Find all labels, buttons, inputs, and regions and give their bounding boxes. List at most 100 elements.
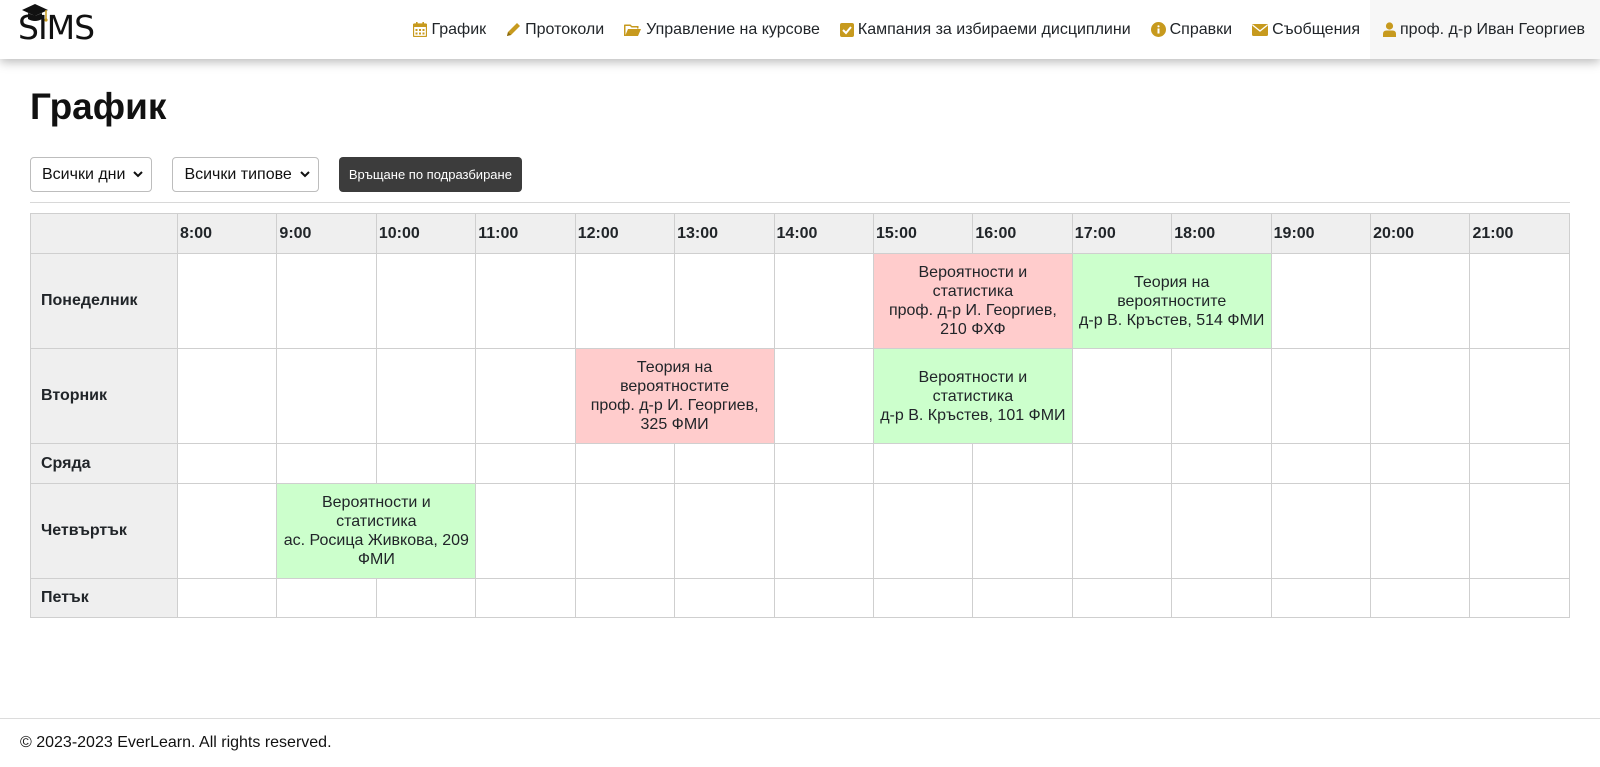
empty-slot [375, 253, 477, 349]
day-label: Вторник [30, 348, 178, 444]
hour-header: 14:00 [773, 213, 874, 254]
hour-header: 10:00 [375, 213, 477, 254]
empty-slot [1469, 253, 1570, 349]
empty-slot [773, 578, 874, 618]
empty-slot [1370, 578, 1471, 618]
day-row: Вторник Теория на вероятностите проф. д-р … [30, 348, 1570, 444]
empty-slot [176, 253, 278, 349]
empty-slot [972, 443, 1073, 484]
empty-slot [773, 348, 874, 444]
check-square-icon [839, 22, 854, 37]
empty-slot [1071, 348, 1173, 444]
hour-header: 18:00 [1171, 213, 1272, 254]
empty-slot [375, 348, 477, 444]
calendar-icon [413, 22, 428, 37]
nav-item-reports[interactable]: Справки [1141, 0, 1242, 59]
nav-item-schedule[interactable]: График [403, 0, 496, 59]
empty-slot [872, 578, 974, 618]
empty-slot [1171, 443, 1272, 484]
sims-logo[interactable]: SIMS [18, 4, 118, 50]
day-label: Петък [30, 578, 178, 618]
empty-slot [773, 253, 874, 349]
empty-slot [574, 253, 676, 349]
day-row: Понеделник Вероятности и статистика проф. … [30, 253, 1570, 349]
empty-slot [1171, 348, 1272, 444]
class-block-lecture[interactable]: Теория на вероятностите проф. д-р И. Геор… [574, 348, 775, 444]
hour-header: 8:00 [176, 213, 278, 254]
day-row: Четвъртък Вероятности и статистика ас. Рос… [30, 483, 1570, 579]
empty-slot [176, 483, 278, 579]
empty-slot [1270, 483, 1372, 579]
empty-slot [872, 443, 974, 484]
days-filter-select[interactable]: Всички дни [30, 157, 153, 192]
nav-item-elective-campaign[interactable]: Кампания за избираеми дисциплини [830, 0, 1141, 59]
empty-slot [1469, 483, 1570, 579]
class-block-seminar[interactable]: Теория на вероятностите д-р В. Кръстев, 5… [1071, 253, 1272, 349]
day-label: Четвъртък [30, 483, 178, 579]
empty-slot [1171, 578, 1272, 618]
class-details: д-р В. Кръстев, 101 ФМИ [880, 406, 1066, 424]
empty-slot [1270, 348, 1372, 444]
empty-slot [1370, 443, 1471, 484]
class-block-lecture[interactable]: Вероятности и статистика проф. д-р И. Гео… [872, 253, 1073, 349]
empty-slot [1370, 483, 1471, 579]
hour-header: 19:00 [1270, 213, 1372, 254]
user-icon [1383, 22, 1397, 37]
hour-header: 15:00 [872, 213, 974, 254]
empty-slot [674, 483, 775, 579]
empty-slot [1071, 483, 1173, 579]
top-navbar: SIMS График Протоколи Управление на курс… [0, 0, 1600, 59]
empty-slot [375, 443, 477, 484]
hour-header: 12:00 [574, 213, 676, 254]
empty-slot [276, 253, 377, 349]
nav-item-course-management[interactable]: Управление на курсове [614, 0, 830, 59]
reset-defaults-button[interactable]: Връщане по подразбиране [338, 157, 522, 192]
nav-item-label: Справки [1169, 20, 1233, 38]
empty-slot [1270, 443, 1372, 484]
empty-slot [773, 443, 874, 484]
user-name: проф. д-р Иван Георгиев [1400, 20, 1585, 38]
empty-slot [1071, 578, 1173, 618]
hour-header: 11:00 [475, 213, 576, 254]
hour-header: 17:00 [1071, 213, 1173, 254]
empty-slot [176, 443, 278, 484]
hour-header: 9:00 [276, 213, 377, 254]
day-row: Петък [30, 578, 1570, 618]
chevron-down-icon [133, 171, 144, 178]
class-details: проф. д-р И. Георгиев, 210 ФХФ [888, 302, 1057, 338]
empty-slot [1469, 348, 1570, 444]
class-details: ас. Росица Живкова, 209 ФМИ [283, 532, 469, 568]
divider [30, 202, 1570, 203]
nav-item-label: Протоколи [525, 20, 605, 38]
empty-slot [1370, 253, 1471, 349]
empty-slot [972, 483, 1073, 579]
empty-slot [674, 253, 775, 349]
footer-divider [0, 718, 1600, 719]
info-circle-icon [1150, 22, 1166, 37]
empty-slot [674, 578, 775, 618]
empty-slot [475, 253, 576, 349]
day-label: Понеделник [30, 253, 178, 349]
chevron-down-icon [300, 171, 310, 178]
empty-slot [574, 483, 676, 579]
types-filter-select[interactable]: Всички типове [172, 157, 319, 192]
nav-item-label: Управление на курсове [646, 20, 820, 38]
day-row: Сряда [30, 443, 1570, 484]
class-title: Теория на вероятностите [620, 359, 730, 395]
empty-slot [475, 443, 576, 484]
class-block-seminar[interactable]: Вероятности и статистика ас. Росица Живко… [276, 483, 477, 579]
empty-slot [375, 578, 477, 618]
corner-header-cell [30, 213, 178, 254]
class-block-seminar[interactable]: Вероятности и статистика д-р В. Кръстев, … [872, 348, 1073, 444]
hour-header: 16:00 [972, 213, 1073, 254]
day-label: Сряда [30, 443, 178, 484]
nav-item-messages[interactable]: Съобщения [1242, 0, 1370, 59]
empty-slot [1071, 443, 1173, 484]
empty-slot [872, 483, 974, 579]
empty-slot [475, 348, 576, 444]
empty-slot [1469, 443, 1570, 484]
pencil-icon [506, 22, 521, 37]
nav-user-menu[interactable]: проф. д-р Иван Георгиев [1370, 0, 1600, 59]
nav-item-protocols[interactable]: Протоколи [496, 0, 614, 59]
envelope-icon [1252, 23, 1269, 36]
